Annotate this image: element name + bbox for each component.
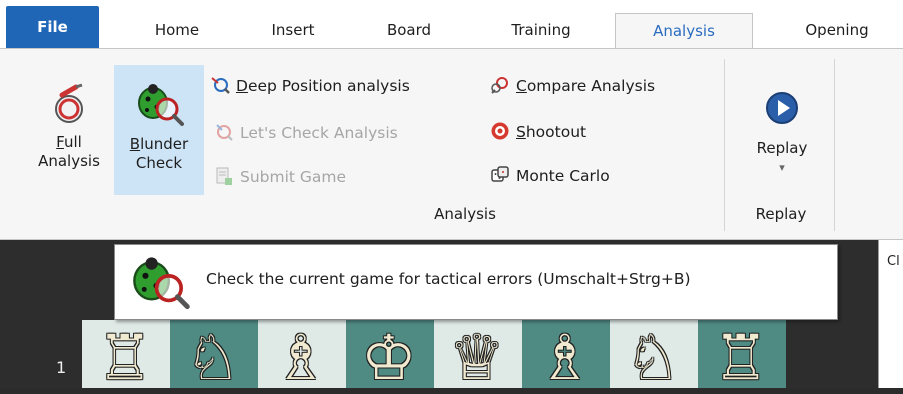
compare-analysis-button[interactable]: Compare Analysis (490, 73, 655, 99)
blunder-check-mnemonic: B (129, 135, 141, 153)
white-knight-piece[interactable]: ♘ (185, 327, 241, 389)
white-bishop-piece-2[interactable]: ♗ (537, 327, 593, 389)
compare-analysis-mnemonic: C (516, 77, 527, 95)
deep-position-label: eep Position analysis (247, 77, 410, 95)
lets-check-label: Let's Check Analysis (240, 124, 398, 142)
replay-button[interactable]: Replay ▾ (738, 77, 826, 195)
play-icon (766, 92, 798, 124)
board-border (10, 320, 82, 388)
group-separator (724, 59, 725, 231)
tab-home[interactable]: Home (137, 13, 217, 48)
shootout-button[interactable]: Shootout (490, 119, 586, 145)
group-separator-2 (834, 59, 835, 231)
tab-training[interactable]: Training (496, 13, 586, 48)
ribbon-panel: Full Analysis Blunder Check Deep Positio… (0, 48, 903, 240)
full-analysis-mnemonic: F (56, 133, 64, 151)
tooltip: Check the current game for tactical erro… (114, 244, 838, 320)
blunder-check-label-2: Check (135, 154, 183, 172)
chevron-down-icon: ▾ (779, 161, 785, 174)
submit-game-label: Submit Game (240, 168, 347, 186)
shootout-label: hootout (525, 123, 587, 141)
dice-icon (491, 166, 509, 182)
white-bishop-piece[interactable]: ♗ (273, 327, 329, 389)
group-label-replay: Replay (755, 205, 807, 223)
monte-carlo-button[interactable]: Monte Carlo (490, 163, 610, 189)
replay-label: Replay (756, 139, 808, 157)
compare-analysis-label: ompare Analysis (526, 77, 656, 95)
side-panel: Cl (878, 240, 903, 388)
monte-carlo-label: Monte Carlo (516, 167, 610, 185)
full-analysis-icon (55, 83, 83, 123)
lets-check-icon (216, 124, 233, 141)
submit-game-button[interactable]: Submit Game (214, 164, 346, 190)
compare-analysis-icon (491, 77, 508, 94)
tab-file[interactable]: File (6, 6, 99, 48)
tab-board[interactable]: Board (369, 13, 449, 48)
tab-opening[interactable]: Opening (782, 13, 892, 48)
bug-magnifier-icon (133, 257, 190, 310)
full-analysis-label-1: ull (63, 133, 82, 151)
deep-position-mnemonic: D (236, 77, 248, 95)
ribbon-tab-bar: File Home Insert Board Training Analysis… (0, 0, 903, 48)
full-analysis-button[interactable]: Full Analysis (26, 79, 112, 193)
rank-label: 1 (56, 358, 67, 377)
blunder-check-button[interactable]: Blunder Check (114, 65, 204, 195)
full-analysis-label-2: Analysis (38, 152, 100, 170)
blunder-check-label-1: lunder (140, 135, 189, 153)
target-icon (491, 122, 509, 140)
white-queen-piece[interactable]: ♕ (449, 327, 505, 389)
shootout-mnemonic: S (516, 123, 526, 141)
tooltip-text: Check the current game for tactical erro… (206, 270, 691, 288)
submit-game-icon (216, 167, 232, 185)
white-rook-piece[interactable]: ♖ (97, 327, 153, 389)
side-panel-label: Cl (887, 254, 900, 269)
white-rook-piece-2[interactable]: ♖ (713, 327, 769, 389)
deep-analysis-icon (211, 77, 230, 94)
white-king-piece[interactable]: ♔ (361, 327, 417, 389)
bug-magnifier-icon (138, 84, 184, 126)
group-label-analysis: Analysis (434, 205, 496, 223)
white-knight-piece-2[interactable]: ♘ (625, 327, 681, 389)
lets-check-analysis-button[interactable]: Let's Check Analysis (214, 120, 398, 146)
tab-insert[interactable]: Insert (253, 13, 333, 48)
tab-analysis[interactable]: Analysis (615, 13, 753, 48)
deep-position-analysis-button[interactable]: Deep Position analysis (210, 73, 410, 99)
